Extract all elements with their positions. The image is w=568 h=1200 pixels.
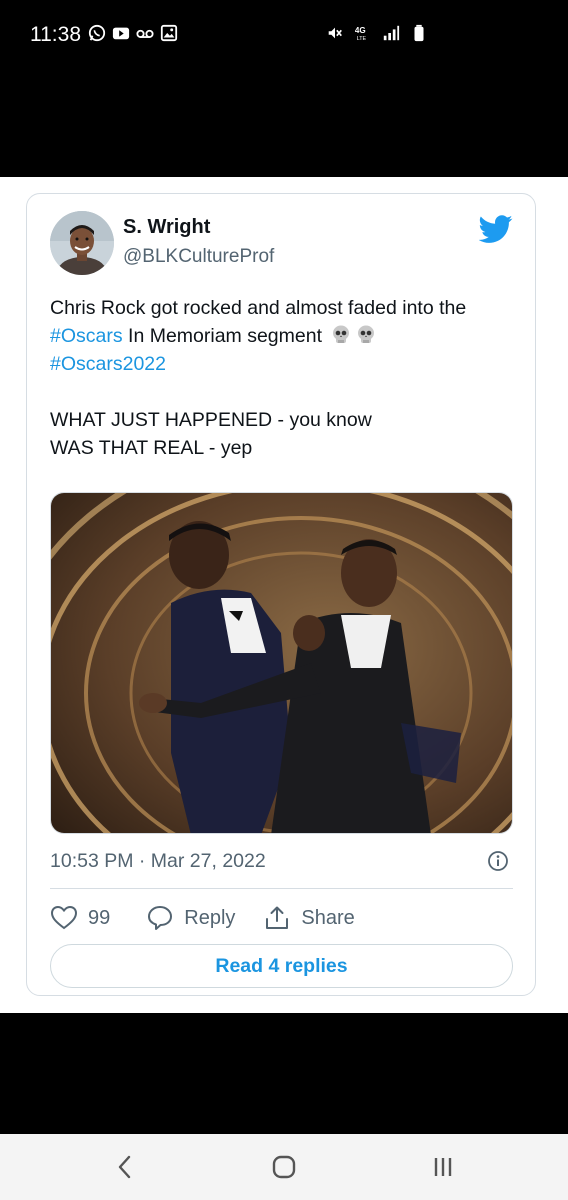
tweet-text-line: WAS THAT REAL - yep <box>50 437 253 459</box>
user-handle[interactable]: @BLKCultureProf <box>123 246 274 268</box>
tweet-timestamp[interactable]: 10:53 PM · Mar 27, 2022 <box>50 850 266 873</box>
whatsapp-icon <box>88 24 106 42</box>
4g-lte-icon: 4GLTE <box>355 26 367 42</box>
status-time: 11:38 <box>30 23 81 46</box>
read-replies-button[interactable]: Read 4 replies <box>50 944 513 988</box>
navigation-bar <box>0 1134 568 1200</box>
like-button[interactable]: 99 <box>50 904 110 932</box>
svg-text:4G: 4G <box>355 26 366 35</box>
skull-emoji-icon <box>358 325 375 343</box>
recent-apps-icon[interactable] <box>428 1152 458 1182</box>
tweet-text-line: Chris Rock got rocked and almost faded i… <box>50 294 520 322</box>
tweet-text: Chris Rock got rocked and almost faded i… <box>50 294 520 462</box>
reply-bubble-icon <box>148 906 173 930</box>
tweet-text-part: Chris Rock got rocked and almost faded i… <box>50 297 467 319</box>
avatar[interactable] <box>50 211 114 275</box>
tweet-text-part: In Memoriam segment <box>122 325 323 347</box>
hashtag-link[interactable]: #Oscars2022 <box>50 353 166 375</box>
tweet-text-line: #Oscars In Memoriam segment <box>50 322 520 350</box>
tweet-text-line: WHAT JUST HAPPENED - you know <box>50 409 372 431</box>
gallery-icon <box>160 24 178 42</box>
share-label: Share <box>301 906 355 929</box>
heart-icon <box>50 905 78 930</box>
content-area: S. Wright @BLKCultureProf Chris Rock got… <box>0 177 568 1013</box>
divider <box>50 888 513 889</box>
info-icon[interactable] <box>487 850 509 872</box>
status-system-icons: 4G LTE <box>326 24 428 42</box>
reply-label: Reply <box>184 906 236 929</box>
mute-icon <box>328 27 342 39</box>
tweet-card[interactable]: S. Wright @BLKCultureProf Chris Rock got… <box>26 193 536 996</box>
skull-emoji-icon <box>333 325 350 343</box>
tweet-media-photo[interactable] <box>50 492 513 834</box>
like-count: 99 <box>88 906 111 929</box>
back-icon[interactable] <box>110 1152 140 1182</box>
twitter-bird-icon[interactable] <box>479 212 513 246</box>
battery-icon <box>414 24 424 42</box>
reply-button[interactable]: Reply <box>146 904 235 932</box>
display-name[interactable]: S. Wright <box>123 216 210 239</box>
signal-icon <box>383 25 400 41</box>
tweet-actions: 99 Reply Share <box>50 900 391 936</box>
home-icon[interactable] <box>269 1152 299 1182</box>
youtube-icon <box>112 27 130 40</box>
hashtag-link[interactable]: #Oscars <box>50 325 123 347</box>
svg-text:LTE: LTE <box>357 36 367 42</box>
tweet-text-line: #Oscars2022 <box>50 350 520 378</box>
status-bar: 11:38 4G LTE <box>0 0 568 70</box>
status-notification-icons <box>88 24 178 42</box>
share-button[interactable]: Share <box>263 904 355 932</box>
share-icon <box>266 906 289 929</box>
voicemail-icon <box>136 29 154 38</box>
